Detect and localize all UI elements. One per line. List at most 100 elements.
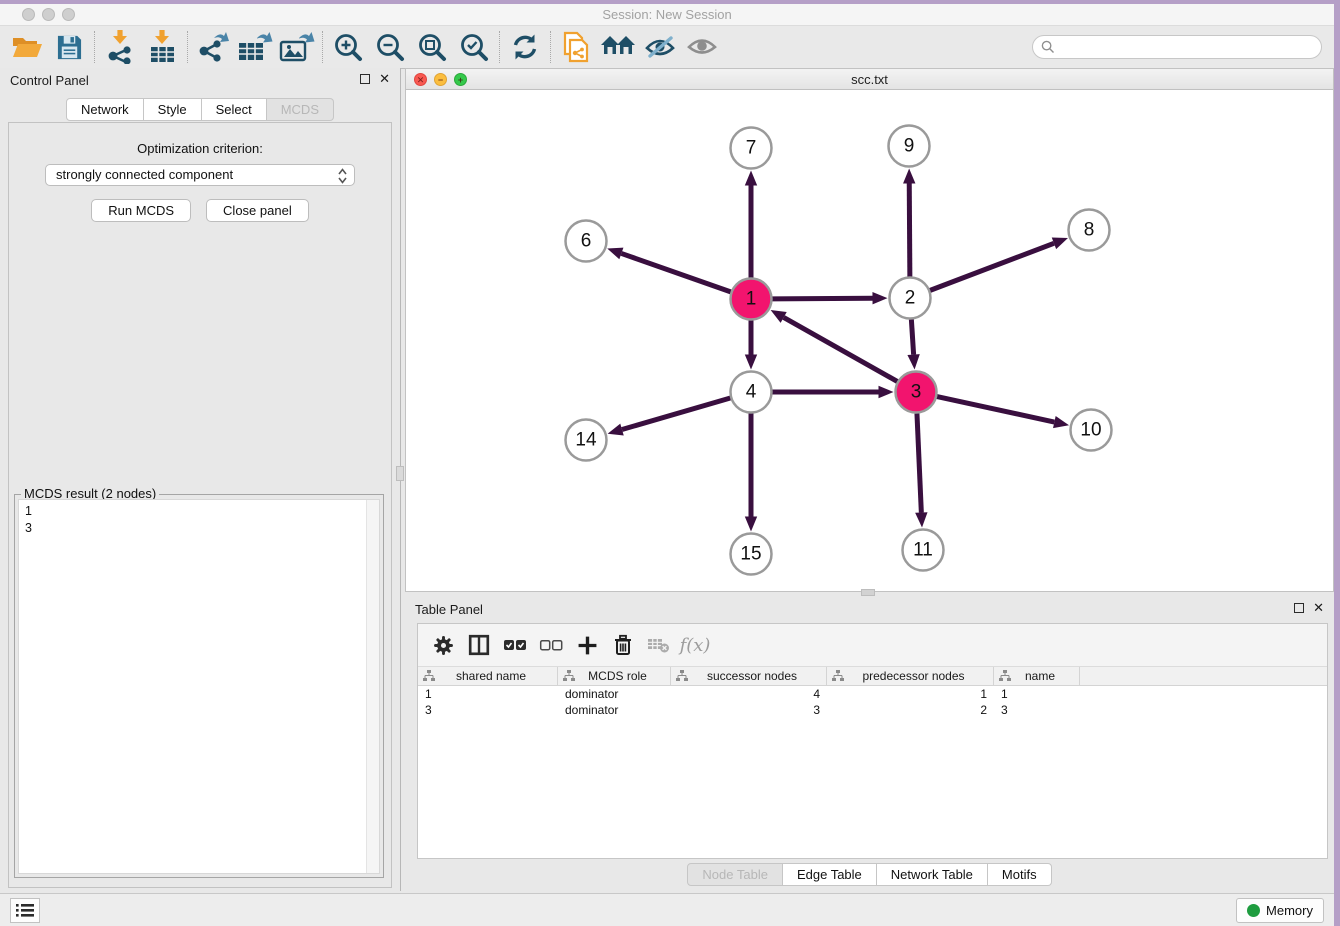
select-all-button[interactable] [500, 630, 530, 660]
table-cell[interactable]: 1 [994, 686, 1080, 702]
network-title: scc.txt [406, 72, 1333, 87]
optimization-criterion-select[interactable]: strongly connected component [45, 164, 355, 186]
optimization-criterion-label: Optimization criterion: [9, 141, 391, 156]
export-image-button[interactable] [276, 28, 318, 66]
edge-arrowhead [608, 424, 624, 436]
main-title-bar: Session: New Session [0, 4, 1334, 26]
edge-3-10[interactable] [937, 397, 1054, 422]
refresh-icon [510, 32, 540, 62]
import-network-icon [105, 30, 135, 64]
zoom-fit-icon [417, 32, 447, 62]
copy-view-button[interactable] [555, 28, 597, 66]
task-history-button[interactable] [10, 898, 40, 923]
delete-table-icon [647, 636, 671, 654]
status-bar: Memory [0, 893, 1334, 926]
export-table-button[interactable] [234, 28, 276, 66]
mcds-result-area[interactable]: 13 [18, 499, 380, 874]
close-table-panel-icon[interactable]: ✕ [1313, 602, 1324, 613]
tab-mcds[interactable]: MCDS [267, 98, 334, 121]
zoom-fit-button[interactable] [411, 28, 453, 66]
edge-2-9[interactable] [909, 183, 910, 276]
edge-arrowhead [872, 292, 887, 304]
column-header-MCDS-role[interactable]: MCDS role [558, 667, 671, 685]
zoom-in-button[interactable] [327, 28, 369, 66]
horizontal-splitter-handle[interactable] [861, 589, 875, 596]
table-toolbar: f(x) [418, 624, 1327, 667]
search-field[interactable] [1032, 35, 1322, 59]
node-label-11: 11 [913, 540, 933, 561]
home-view-button[interactable] [597, 28, 639, 66]
table-row[interactable]: 3dominator323 [418, 702, 1327, 718]
table-cell[interactable]: dominator [558, 702, 671, 718]
tab-style[interactable]: Style [144, 98, 202, 121]
add-column-button[interactable] [572, 630, 602, 660]
edge-arrowhead [1053, 416, 1069, 428]
memory-button[interactable]: Memory [1236, 898, 1324, 923]
table-cell[interactable]: 3 [671, 702, 827, 718]
node-label-1: 1 [746, 289, 757, 310]
double-home-icon [600, 33, 636, 61]
column-header-shared-name[interactable]: shared name [418, 667, 558, 685]
table-tab-node-table[interactable]: Node Table [687, 863, 783, 886]
table-tab-edge-table[interactable]: Edge Table [783, 863, 877, 886]
node-label-3: 3 [911, 382, 922, 403]
vertical-splitter-handle[interactable] [396, 466, 404, 481]
table-tab-network-table[interactable]: Network Table [877, 863, 988, 886]
zoom-selected-button[interactable] [453, 28, 495, 66]
mcds-result-group: MCDS result (2 nodes) 13 [14, 494, 384, 878]
table-cell[interactable]: 3 [994, 702, 1080, 718]
edge-arrowhead [879, 386, 894, 398]
search-input[interactable] [1055, 40, 1321, 54]
edge-3-11[interactable] [917, 413, 921, 512]
network-graph[interactable]: 7968124314101511 [406, 90, 1333, 591]
float-table-panel-icon[interactable] [1294, 603, 1304, 613]
zoom-out-button[interactable] [369, 28, 411, 66]
column-layout-button[interactable] [464, 630, 494, 660]
tab-network[interactable]: Network [66, 98, 144, 121]
column-header-successor-nodes[interactable]: successor nodes [671, 667, 827, 685]
refresh-view-button[interactable] [504, 28, 546, 66]
run-mcds-button[interactable]: Run MCDS [91, 199, 191, 222]
network-canvas[interactable]: 7968124314101511 [406, 90, 1333, 591]
table-cell[interactable]: 1 [827, 686, 994, 702]
save-session-button[interactable] [48, 28, 90, 66]
float-panel-icon[interactable] [360, 74, 370, 84]
export-network-button[interactable] [192, 28, 234, 66]
control-panel-header: Control Panel ✕ [0, 68, 400, 94]
node-label-4: 4 [746, 382, 757, 403]
table-cell[interactable]: 3 [418, 702, 558, 718]
import-table-icon [147, 30, 177, 64]
open-file-button[interactable] [6, 28, 48, 66]
column-tree-icon [999, 670, 1011, 682]
edge-3-1[interactable] [784, 317, 898, 381]
show-eye-button[interactable] [681, 28, 723, 66]
tab-select[interactable]: Select [202, 98, 267, 121]
import-table-button[interactable] [141, 28, 183, 66]
table-cell[interactable]: 1 [418, 686, 558, 702]
edge-2-8[interactable] [930, 243, 1054, 290]
edge-4-14[interactable] [622, 398, 730, 430]
column-header-predecessor-nodes[interactable]: predecessor nodes [827, 667, 994, 685]
hide-eye-button[interactable] [639, 28, 681, 66]
edge-1-6[interactable] [621, 253, 730, 291]
delete-table-button-disabled [644, 630, 674, 660]
deselect-all-button[interactable] [536, 630, 566, 660]
result-scrollbar[interactable] [366, 500, 379, 873]
function-builder-button-disabled: f(x) [680, 630, 710, 660]
table-cell[interactable]: 2 [827, 702, 994, 718]
table-settings-button[interactable] [428, 630, 458, 660]
import-network-button[interactable] [99, 28, 141, 66]
table-cell[interactable]: 4 [671, 686, 827, 702]
delete-column-button[interactable] [608, 630, 638, 660]
close-panel-icon[interactable]: ✕ [379, 73, 390, 84]
edge-2-3[interactable] [911, 319, 913, 354]
table-body: 1dominator4113dominator323 [418, 686, 1327, 718]
column-header-name[interactable]: name [994, 667, 1080, 685]
table-tab-motifs[interactable]: Motifs [988, 863, 1052, 886]
close-panel-button[interactable]: Close panel [206, 199, 309, 222]
network-title-bar: ✕ − + scc.txt [406, 69, 1333, 90]
toolbar-separator [94, 31, 95, 63]
table-cell[interactable]: dominator [558, 686, 671, 702]
edge-1-2[interactable] [772, 298, 872, 299]
table-row[interactable]: 1dominator411 [418, 686, 1327, 702]
